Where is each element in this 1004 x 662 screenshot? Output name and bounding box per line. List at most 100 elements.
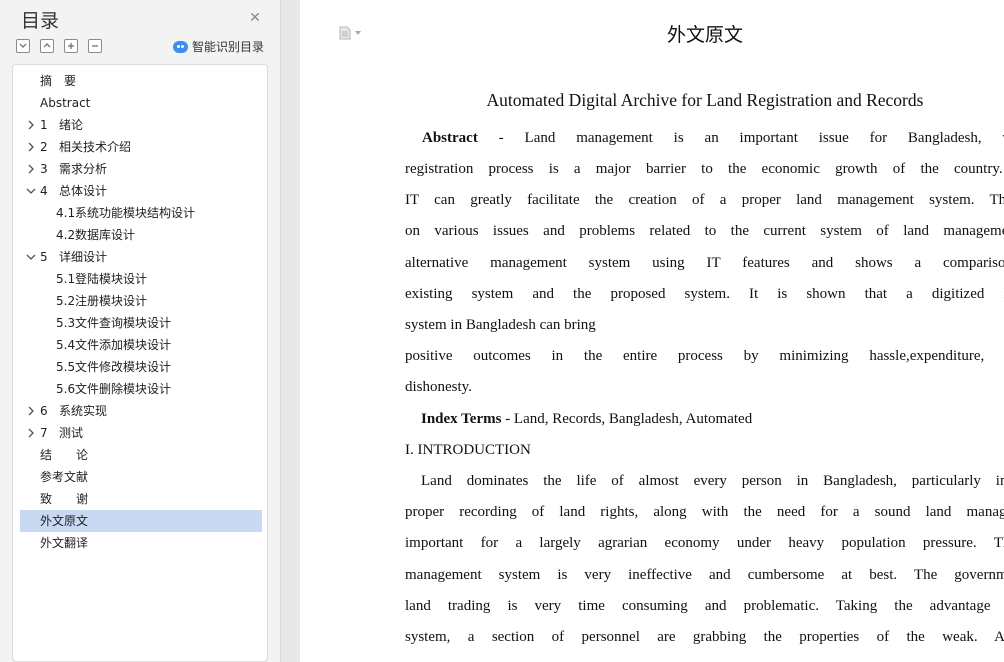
toc-item-number: 5.4 bbox=[56, 338, 76, 352]
toc-item[interactable]: 5.5 文件修改模块设计 bbox=[20, 356, 262, 378]
intro-line: management system is very ineffective an… bbox=[405, 567, 1004, 583]
abstract-first-text: - Land management is an important issue … bbox=[498, 130, 1004, 146]
toc-item-label: 绪论 bbox=[59, 118, 84, 132]
chevron-right-icon[interactable] bbox=[26, 158, 38, 180]
toc-list: 摘 要 Abstract 1 绪论 2 相关技术介绍 3 需求分析 4 总体设计 4.1 系统功能模块… bbox=[12, 64, 268, 662]
toc-item[interactable]: 参考文献 bbox=[20, 466, 262, 488]
toc-item-label: 文件查询模块设计 bbox=[75, 316, 172, 330]
toc-item[interactable]: 6 系统实现 bbox=[20, 400, 262, 422]
toc-item-label: 注册模块设计 bbox=[75, 294, 148, 308]
toc-item[interactable]: 5.4 文件添加模块设计 bbox=[20, 334, 262, 356]
toc-item[interactable]: 4.2 数据库设计 bbox=[20, 224, 262, 246]
toc-item[interactable]: 5.6 文件删除模块设计 bbox=[20, 378, 262, 400]
intro-line: proper recording of land rights, along w… bbox=[405, 504, 1004, 520]
toc-item-number: 5.5 bbox=[56, 360, 76, 374]
toc-item[interactable]: 外文原文 bbox=[20, 510, 262, 532]
toc-item-label: Abstract bbox=[40, 96, 91, 110]
toc-item[interactable]: 5.2 注册模块设计 bbox=[20, 290, 262, 312]
close-icon[interactable]: ✕ bbox=[248, 11, 262, 25]
abstract-line: positive outcomes in the entire process … bbox=[405, 348, 1004, 364]
toc-item-label: 外文原文 bbox=[40, 514, 89, 528]
toc-item-number: 1 bbox=[40, 118, 48, 132]
toc-item-label: 系统功能模块结构设计 bbox=[75, 206, 196, 220]
intro-line: important for a largely agrarian economy… bbox=[405, 535, 1004, 551]
toc-item-number: 2 bbox=[40, 140, 48, 154]
chevron-right-icon[interactable] bbox=[26, 422, 38, 444]
toc-item-label: 文件添加模块设计 bbox=[75, 338, 172, 352]
toc-item-label: 相关技术介绍 bbox=[59, 140, 132, 154]
toc-item-label: 结 论 bbox=[40, 448, 89, 462]
toc-item-number: 5.3 bbox=[56, 316, 76, 330]
abstract-line: alternative management system using IT f… bbox=[405, 255, 1004, 271]
index-terms: Index Terms - Land, Records, Bangladesh,… bbox=[421, 411, 1004, 428]
toc-item-label: 文件删除模块设计 bbox=[75, 382, 172, 396]
toc-item-label: 外文翻译 bbox=[40, 536, 89, 550]
intro-line: Land dominates the life of almost every … bbox=[421, 473, 1004, 489]
abstract-line: system in Bangladesh can bring bbox=[405, 317, 596, 333]
toc-item[interactable]: 致 谢 bbox=[20, 488, 262, 510]
toc-item[interactable]: 3 需求分析 bbox=[20, 158, 262, 180]
chevron-down-icon[interactable] bbox=[26, 180, 38, 202]
abstract-line: existing system and the proposed system.… bbox=[405, 286, 1004, 302]
toc-item-label: 文件修改模块设计 bbox=[75, 360, 172, 374]
toc-item-label: 系统实现 bbox=[59, 404, 108, 418]
toc-item-label: 登陆模块设计 bbox=[75, 272, 148, 286]
toc-item-label: 测试 bbox=[59, 426, 84, 440]
document-heading: 外文原文 bbox=[666, 24, 743, 46]
paper-title: Automated Digital Archive for Land Regis… bbox=[486, 90, 924, 110]
toc-item[interactable]: 结 论 bbox=[20, 444, 262, 466]
toc-item-number: 5.1 bbox=[56, 272, 76, 286]
toc-item-number: 6 bbox=[40, 404, 48, 418]
abstract-first-line: Abstract - Land management is an importa… bbox=[422, 130, 1004, 147]
ai-robot-icon bbox=[173, 40, 188, 53]
toc-item[interactable]: 7 测试 bbox=[20, 422, 262, 444]
smart-toc-button[interactable]: 智能识别目录 bbox=[173, 38, 264, 55]
toc-item-number: 4.2 bbox=[56, 228, 76, 242]
toc-item-number: 3 bbox=[40, 162, 48, 176]
index-terms-text: - Land, Records, Bangladesh, Automated bbox=[501, 411, 753, 427]
toc-item[interactable]: 4.1 系统功能模块结构设计 bbox=[20, 202, 262, 224]
chevron-right-icon[interactable] bbox=[26, 114, 38, 136]
toc-item[interactable]: 摘 要 bbox=[20, 70, 262, 92]
abstract-line: dishonesty. bbox=[405, 379, 472, 395]
intro-line: land trading is very time consuming and … bbox=[405, 598, 1004, 614]
toc-item[interactable]: 4 总体设计 bbox=[20, 180, 262, 202]
toc-item[interactable]: 外文翻译 bbox=[20, 532, 262, 554]
toc-item-label: 需求分析 bbox=[59, 162, 108, 176]
abstract-line: on various issues and problems related t… bbox=[405, 223, 1004, 239]
toc-item[interactable]: 1 绪论 bbox=[20, 114, 262, 136]
toc-item-number: 4.1 bbox=[56, 206, 76, 220]
toc-item-number: 4 bbox=[40, 184, 48, 198]
document-page: 外文原文 Automated Digital Archive for Land … bbox=[300, 0, 1004, 662]
abstract-line: IT can greatly facilitate the creation o… bbox=[405, 192, 1004, 208]
toc-item-number: 5.6 bbox=[56, 382, 76, 396]
chevron-down-icon[interactable] bbox=[26, 246, 38, 268]
smart-toc-label: 智能识别目录 bbox=[192, 40, 265, 54]
index-terms-label: Index Terms bbox=[421, 411, 502, 427]
chevron-right-icon[interactable] bbox=[26, 400, 38, 422]
toc-item-label: 总体设计 bbox=[59, 184, 108, 198]
expand-all-icon[interactable] bbox=[16, 39, 30, 53]
add-heading-icon[interactable] bbox=[64, 39, 78, 53]
toc-item-label: 数据库设计 bbox=[75, 228, 136, 242]
toc-item-number: 5.2 bbox=[56, 294, 76, 308]
section-heading: I. INTRODUCTION bbox=[405, 442, 531, 458]
remove-heading-icon[interactable] bbox=[88, 39, 102, 53]
abstract-label: Abstract bbox=[422, 130, 478, 146]
toc-item[interactable]: 2 相关技术介绍 bbox=[20, 136, 262, 158]
abstract-line: registration process is a major barrier … bbox=[405, 161, 1004, 177]
toc-item-label: 致 谢 bbox=[40, 492, 89, 506]
toc-item-label: 参考文献 bbox=[40, 470, 89, 484]
toc-item[interactable]: Abstract bbox=[20, 92, 262, 114]
intro-line: system, a section of personnel are grabb… bbox=[405, 629, 1004, 645]
toc-item-number: 7 bbox=[40, 426, 48, 440]
toc-item[interactable]: 5.3 文件查询模块设计 bbox=[20, 312, 262, 334]
toc-item[interactable]: 5 详细设计 bbox=[20, 246, 262, 268]
toc-sidebar: 目录 ✕ 智能识别目录 摘 要 Abstract 1 绪论 2 相关技术介绍 3 需求分析 4 总… bbox=[0, 0, 281, 662]
toc-item-label: 详细设计 bbox=[59, 250, 108, 264]
toc-item-label: 摘 要 bbox=[40, 74, 77, 88]
chevron-right-icon[interactable] bbox=[26, 136, 38, 158]
toc-item[interactable]: 5.1 登陆模块设计 bbox=[20, 268, 262, 290]
toc-toolbar bbox=[16, 39, 102, 53]
collapse-all-icon[interactable] bbox=[40, 39, 54, 53]
